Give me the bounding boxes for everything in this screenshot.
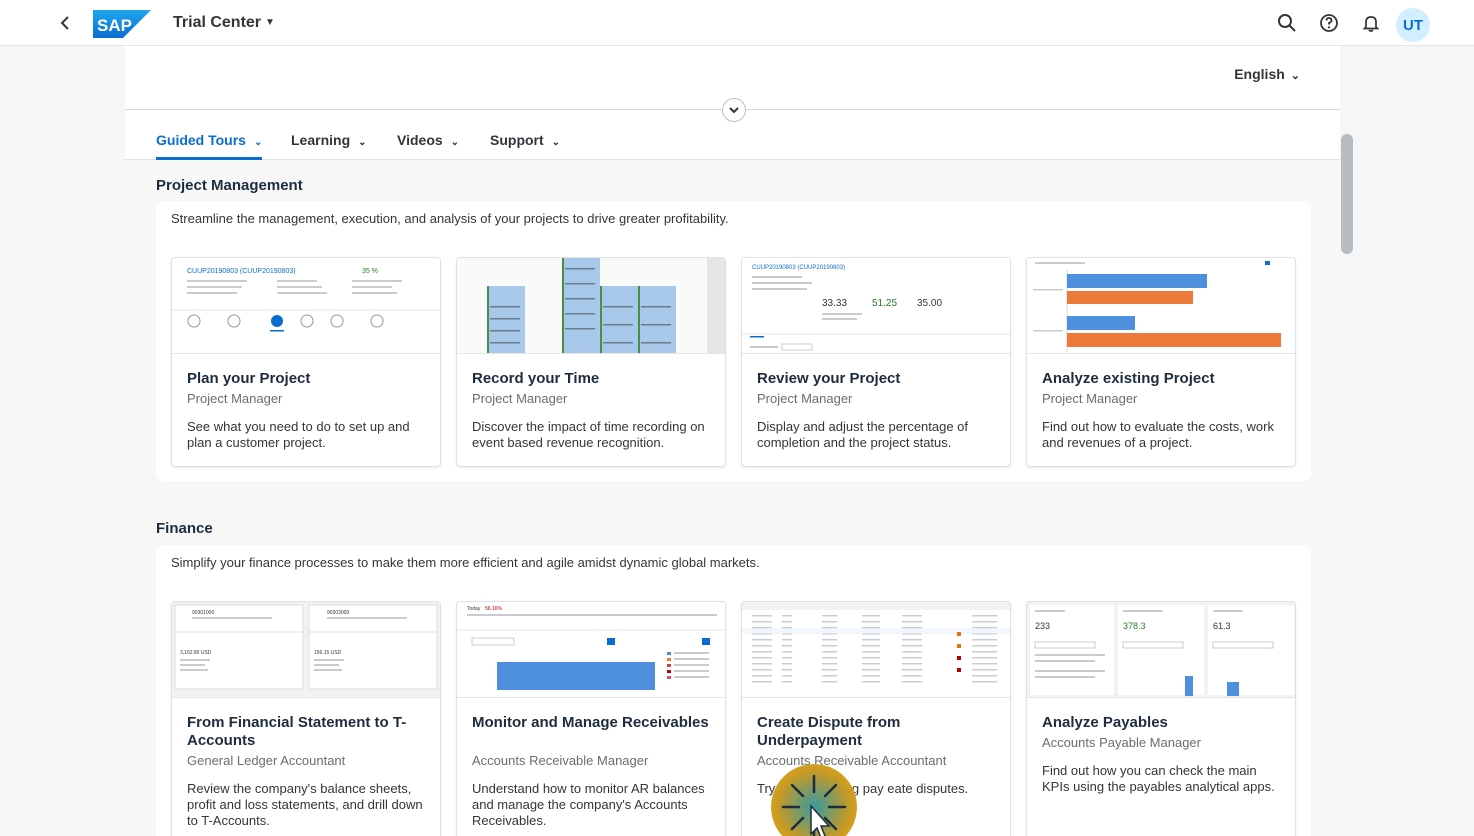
card-monitor-receivables[interactable]: Today 56.16% Monitor and Manage Receivab… [456,601,726,836]
shell-bar: SAP Trial Center ▼ UT [0,0,1474,46]
chevron-down-icon: ⌄ [1290,70,1300,82]
card-thumbnail: 233 378.3 61.3 [1027,602,1295,698]
svg-text:35 %: 35 % [362,268,378,275]
help-icon[interactable] [1318,12,1340,34]
svg-text:CUUP20190803 (CUUP20190803): CUUP20190803 (CUUP20190803) [752,265,845,271]
card-thumbnail: CUUP20190803 (CUUP20190803) 35 % [172,258,440,354]
svg-text:90301000: 90301000 [192,610,214,616]
card-role: Accounts Receivable Manager [472,753,649,768]
card-description: Find out how to evaluate the costs, work… [1042,419,1274,450]
chevron-down-icon: ⌄ [253,137,263,148]
svg-text:CUUP20190803 (CUUP20190803): CUUP20190803 (CUUP20190803) [187,268,296,275]
section-title-project-management: Project Management [156,177,303,194]
card-plan-your-project[interactable]: CUUP20190803 (CUUP20190803) 35 % Plan yo… [171,257,441,467]
svg-text:Today: Today [467,606,481,612]
svg-text:378.3: 378.3 [1123,621,1146,631]
card-title: From Financial Statement to T-Accounts [187,714,407,749]
sap-logo[interactable]: SAP [93,10,151,38]
section-finance: Simplify your finance processes to make … [156,545,1311,836]
card-thumbnail [742,602,1010,698]
svg-text:156.15 USD: 156.15 USD [314,650,342,656]
card-title: Create Dispute from Underpayment [757,714,901,749]
svg-text:51.25: 51.25 [872,298,897,309]
card-role: Project Manager [187,391,283,406]
tab-support[interactable]: Support ⌄ [490,132,560,148]
card-description: See what you need to do to set up and pl… [187,419,410,450]
card-role: Accounts Payable Manager [1042,735,1201,750]
card-thumbnail: Today 56.16% [457,602,725,698]
section-description: Simplify your finance processes to make … [171,555,760,570]
svg-text:61.3: 61.3 [1213,621,1231,631]
chevron-down-icon [729,107,739,114]
section-project-management: Streamline the management, execution, an… [156,201,1311,481]
svg-text:56.16%: 56.16% [485,606,503,612]
caret-down-icon: ▼ [265,17,275,29]
card-title: Analyze existing Project [1042,370,1215,387]
card-role: Project Manager [1042,391,1138,406]
scrollbar-thumb[interactable] [1341,134,1353,254]
card-description: Discover the impact of time recording on… [472,419,705,450]
svg-text:35.00: 35.00 [917,298,942,309]
collapse-header-button[interactable] [722,98,746,122]
card-title: Plan your Project [187,370,311,387]
card-title: Monitor and Manage Receivables [472,714,709,731]
card-description: Find out how you can check the main KPIs… [1042,763,1275,794]
active-tab-indicator [156,157,262,160]
card-role: Project Manager [472,391,568,406]
card-description: Display and adjust the percentage of com… [757,419,969,450]
section-title-finance: Finance [156,520,213,537]
card-title: Review your Project [757,370,901,387]
app-title[interactable]: Trial Center ▼ [173,14,275,32]
main-panel: English ⌄ Guided Tours ⌄ Learning ⌄ Videos ⌄… [125,46,1340,836]
card-record-your-time[interactable]: Record your Time Project Manager Discove… [456,257,726,467]
card-analyze-payables[interactable]: 233 378.3 61.3 Analyze Payables Accounts… [1026,601,1296,836]
svg-text:SAP: SAP [97,16,132,35]
chevron-down-icon: ⌄ [450,137,460,148]
card-analyze-existing-project[interactable]: Analyze existing Project Project Manager… [1026,257,1296,467]
svg-text:33.33: 33.33 [822,298,847,309]
card-role: General Ledger Accountant [187,753,346,768]
card-financial-statement[interactable]: 90301000 90303000 3,162.80 USD 156.15 US… [171,601,441,836]
tab-guided-tours[interactable]: Guided Tours ⌄ [156,132,262,148]
card-description: Understand how to monitor AR balances an… [472,781,705,828]
section-description: Streamline the management, execution, an… [171,211,729,226]
click-highlight-icon [771,764,857,836]
card-thumbnail [457,258,725,354]
chevron-left-icon[interactable] [56,11,76,35]
card-thumbnail [1027,258,1295,354]
card-thumbnail: 90301000 90303000 3,162.80 USD 156.15 US… [172,602,440,698]
card-thumbnail: CUUP20190803 (CUUP20190803) 33.33 51.25 … [742,258,1010,354]
search-icon[interactable] [1276,12,1298,34]
card-description: Review the company's balance sheets, pro… [187,781,423,828]
card-title: Analyze Payables [1042,714,1168,731]
language-selector[interactable]: English ⌄ [1234,66,1300,82]
card-role: Project Manager [757,391,853,406]
svg-text:90303000: 90303000 [327,610,349,616]
tab-learning[interactable]: Learning ⌄ [291,132,367,148]
chevron-down-icon: ⌄ [551,137,561,148]
tab-videos[interactable]: Videos ⌄ [397,132,459,148]
notification-bell-icon[interactable] [1360,12,1382,34]
card-title: Record your Time [472,370,600,387]
svg-text:3,162.80 USD: 3,162.80 USD [180,650,212,656]
chevron-down-icon: ⌄ [358,137,367,148]
avatar[interactable]: UT [1396,8,1430,42]
svg-text:233: 233 [1035,621,1050,631]
card-review-your-project[interactable]: CUUP20190803 (CUUP20190803) 33.33 51.25 … [741,257,1011,467]
